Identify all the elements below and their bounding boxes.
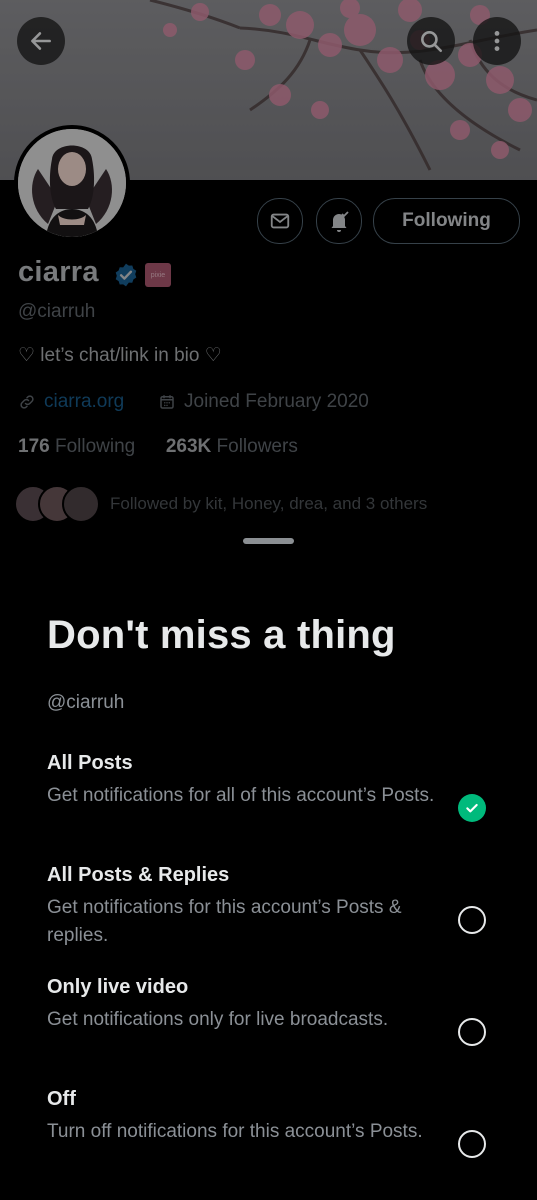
more-options-button[interactable] bbox=[473, 17, 521, 65]
option-only-live-video[interactable]: Only live video Get notifications only f… bbox=[47, 976, 527, 1072]
option-all-posts-replies[interactable]: All Posts & Replies Get notifications fo… bbox=[47, 864, 527, 960]
option-title: All Posts & Replies bbox=[47, 864, 230, 886]
followed-by-row[interactable]: Followed by kit, Honey, drea, and 3 othe… bbox=[14, 485, 427, 523]
option-radio[interactable] bbox=[458, 906, 486, 934]
website-link[interactable]: ciarra.org bbox=[18, 391, 124, 413]
mail-icon bbox=[270, 213, 290, 229]
option-description: Turn off notifications for this account’… bbox=[47, 1121, 423, 1142]
bell-check-icon bbox=[331, 211, 349, 232]
option-radio-selected[interactable] bbox=[458, 794, 486, 822]
option-radio[interactable] bbox=[458, 1018, 486, 1046]
following-count-link[interactable]: 176 Following bbox=[18, 436, 135, 457]
followed-by-text: Followed by kit, Honey, drea, and 3 othe… bbox=[110, 494, 428, 513]
option-off[interactable]: Off Turn off notifications for this acco… bbox=[47, 1088, 527, 1184]
calendar-icon bbox=[160, 395, 174, 409]
option-title: Off bbox=[47, 1088, 76, 1110]
followers-label: Followers bbox=[216, 436, 298, 457]
joined-text: Joined February 2020 bbox=[184, 391, 369, 412]
mutual-avatar bbox=[62, 485, 100, 523]
affiliate-badge[interactable]: pixie bbox=[145, 263, 171, 287]
search-button[interactable] bbox=[407, 17, 455, 65]
profile-header: Following ciarra pixie @ciarruh ♡ let’s … bbox=[0, 0, 537, 530]
option-description: Get notifications only for live broadcas… bbox=[47, 1009, 389, 1030]
message-button[interactable] bbox=[257, 198, 303, 244]
link-icon bbox=[20, 395, 34, 409]
profile-avatar[interactable] bbox=[14, 125, 130, 241]
sheet-drag-handle[interactable] bbox=[243, 538, 294, 544]
following-label: Following bbox=[54, 436, 136, 457]
profile-bio: ♡ let’s chat/link in bio ♡ bbox=[18, 345, 222, 366]
avatar-illustration bbox=[18, 129, 126, 237]
notifications-button[interactable] bbox=[316, 198, 362, 244]
profile-handle: @ciarruh bbox=[18, 301, 96, 322]
display-name: ciarra bbox=[18, 256, 99, 288]
following-button[interactable]: Following bbox=[373, 198, 520, 244]
more-vertical-icon bbox=[494, 31, 500, 51]
verified-icon[interactable] bbox=[113, 262, 139, 288]
following-count: 176 bbox=[18, 436, 50, 457]
option-radio[interactable] bbox=[458, 1130, 486, 1158]
option-title: All Posts bbox=[47, 752, 133, 774]
option-description: Get notifications for this account’s Pos… bbox=[47, 897, 402, 946]
joined-date: Joined February 2020 bbox=[158, 391, 369, 413]
check-icon bbox=[466, 803, 478, 813]
back-arrow-icon bbox=[31, 32, 51, 50]
sheet-title: Don't miss a thing bbox=[47, 613, 396, 657]
sheet-handle: @ciarruh bbox=[47, 692, 125, 713]
notifications-sheet: Don't miss a thing @ciarruh All Posts Ge… bbox=[0, 530, 537, 1200]
option-all-posts[interactable]: All Posts Get notifications for all of t… bbox=[47, 752, 527, 848]
option-description: Get notifications for all of this accoun… bbox=[47, 785, 435, 806]
search-icon bbox=[421, 31, 443, 53]
followers-count: 263K bbox=[165, 436, 212, 457]
website-text[interactable]: ciarra.org bbox=[44, 391, 124, 413]
option-title: Only live video bbox=[47, 976, 189, 998]
back-button[interactable] bbox=[17, 17, 65, 65]
followers-count-link[interactable]: 263K Followers bbox=[166, 436, 298, 457]
follow-counts: 176 Following 263K Followers bbox=[18, 436, 298, 458]
